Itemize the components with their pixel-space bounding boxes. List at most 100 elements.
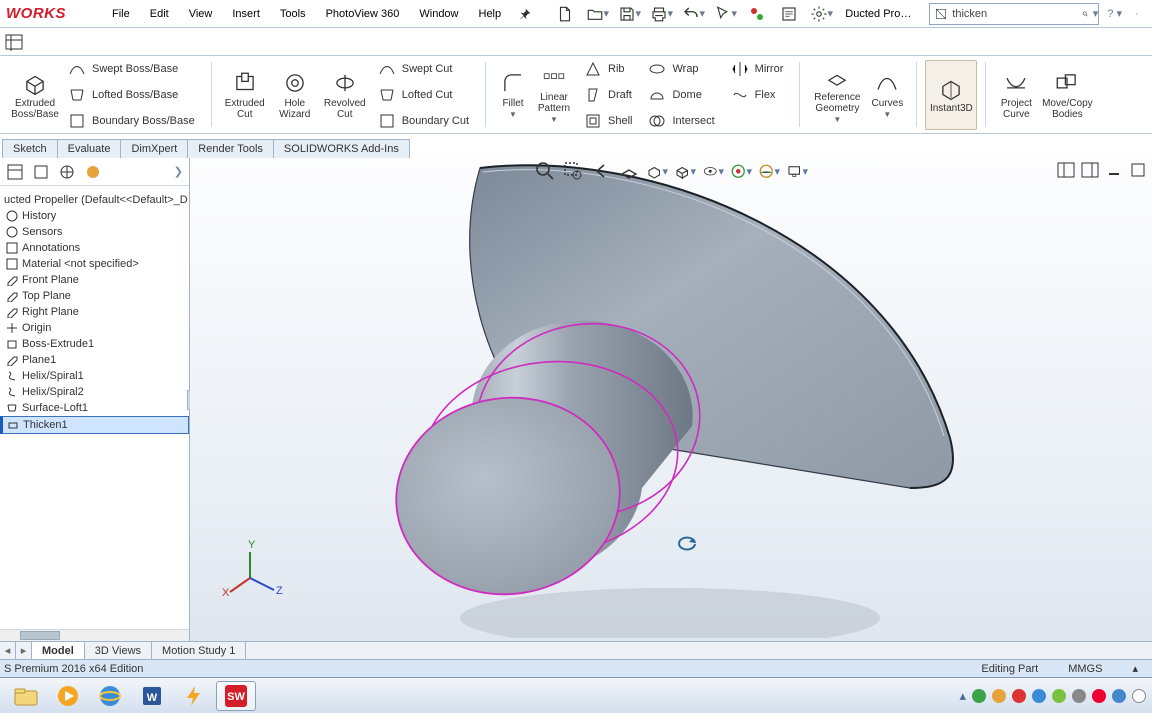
menu-help[interactable]: Help (469, 0, 512, 28)
search-icon[interactable]: ▾ (1078, 7, 1098, 21)
tree-top-plane[interactable]: Top Plane (0, 288, 189, 304)
draft-button[interactable]: Draft (580, 84, 636, 106)
instant3d-button[interactable]: Instant3D (925, 60, 977, 130)
move-copy-bodies-button[interactable]: Move/Copy Bodies (1038, 66, 1096, 124)
print-button[interactable]: ▾ (649, 2, 673, 26)
tree-history[interactable]: History (0, 208, 189, 224)
tree-material[interactable]: Material <not specified> (0, 256, 189, 272)
tab-evaluate[interactable]: Evaluate (57, 139, 122, 158)
menu-insert[interactable]: Insert (222, 0, 270, 28)
property-manager-tab-icon[interactable] (32, 163, 50, 181)
tree-right-plane[interactable]: Right Plane (0, 304, 189, 320)
project-curve-button[interactable]: Project Curve (994, 66, 1038, 124)
previous-view-icon[interactable] (590, 160, 612, 182)
menu-tools[interactable]: Tools (270, 0, 316, 28)
new-document-button[interactable] (553, 2, 577, 26)
boundary-cut-button[interactable]: Boundary Cut (374, 110, 473, 132)
menu-window[interactable]: Window (409, 0, 468, 28)
bottom-tab-3d-views[interactable]: 3D Views (85, 642, 152, 659)
tray-status4-icon[interactable] (1032, 689, 1046, 703)
tray-status7-icon[interactable] (1092, 689, 1106, 703)
document-name[interactable]: Ducted Propell... (841, 8, 921, 20)
dome-button[interactable]: Dome (644, 84, 718, 106)
intersect-button[interactable]: Intersect (644, 110, 718, 132)
dimxpert-manager-tab-icon[interactable] (84, 163, 102, 181)
tree-annotations[interactable]: Annotations (0, 240, 189, 256)
tab-dimxpert[interactable]: DimXpert (120, 139, 188, 158)
flex-button[interactable]: Flex (727, 84, 788, 106)
tray-chevron-icon[interactable]: ▴ (959, 688, 966, 704)
tab-sketch[interactable]: Sketch (2, 139, 58, 158)
rebuild-button[interactable] (745, 2, 769, 26)
drag-handle-icon[interactable] (4, 33, 24, 51)
section-view-icon[interactable] (618, 160, 640, 182)
tray-status8-icon[interactable] (1112, 689, 1126, 703)
configuration-manager-tab-icon[interactable] (58, 163, 76, 181)
tree-plane1[interactable]: Plane1 (0, 352, 189, 368)
file-properties-button[interactable] (777, 2, 801, 26)
display-style-icon[interactable]: ▾ (674, 160, 696, 182)
curves-button[interactable]: Curves▼ (866, 66, 908, 124)
bottom-tab-motion-study[interactable]: Motion Study 1 (152, 642, 246, 659)
options-button[interactable]: ▾ (809, 2, 833, 26)
extruded-cut-button[interactable]: Extruded Cut (220, 66, 270, 124)
view-orientation-icon[interactable]: ▾ (646, 160, 668, 182)
menu-view[interactable]: View (179, 0, 223, 28)
taskbar-explorer-icon[interactable] (6, 681, 46, 711)
taskbar-flash-icon[interactable] (174, 681, 214, 711)
tray-volume-icon[interactable] (1132, 689, 1146, 703)
tab-render-tools[interactable]: Render Tools (187, 139, 274, 158)
rib-button[interactable]: Rib (580, 58, 636, 80)
boundary-boss-button[interactable]: Boundary Boss/Base (64, 110, 199, 132)
expand-tabs-icon[interactable]: ❯ (174, 165, 183, 178)
lofted-cut-button[interactable]: Lofted Cut (374, 84, 473, 106)
tab-solidworks-addins[interactable]: SOLIDWORKS Add-Ins (273, 139, 410, 158)
taskbar-ie-icon[interactable] (90, 681, 130, 711)
lofted-boss-button[interactable]: Lofted Boss/Base (64, 84, 199, 106)
reference-geometry-button[interactable]: Reference Geometry▼ (808, 60, 866, 129)
apply-scene-icon[interactable]: ▾ (758, 160, 780, 182)
wrap-button[interactable]: Wrap (644, 58, 718, 80)
zoom-to-area-icon[interactable] (562, 160, 584, 182)
tab-scroll-right-icon[interactable]: ▸ (16, 642, 32, 659)
graphics-viewport[interactable]: ▾ ▾ ▾ ▾ ▾ ▾ (190, 158, 1152, 641)
status-units[interactable]: MMGS (1068, 663, 1112, 675)
tree-thicken1[interactable]: Thicken1 (0, 416, 189, 434)
tray-status3-icon[interactable] (1012, 689, 1026, 703)
bottom-tab-model[interactable]: Model (32, 642, 85, 659)
tray-status6-icon[interactable] (1072, 689, 1086, 703)
pin-icon[interactable] (519, 8, 531, 20)
menu-photoview360[interactable]: PhotoView 360 (316, 0, 410, 28)
taskbar-media-player-icon[interactable] (48, 681, 88, 711)
more-icon[interactable]: · (1130, 2, 1144, 26)
tree-origin[interactable]: Origin (0, 320, 189, 336)
edit-appearance-icon[interactable]: ▾ (730, 160, 752, 182)
status-arrow-icon[interactable]: ▴ (1132, 662, 1148, 675)
fillet-button[interactable]: Fillet▼ (494, 66, 532, 124)
linear-pattern-button[interactable]: Linear Pattern▼ (532, 60, 576, 129)
swept-boss-button[interactable]: Swept Boss/Base (64, 58, 199, 80)
swept-cut-button[interactable]: Swept Cut (374, 58, 473, 80)
hole-wizard-button[interactable]: Hole Wizard (270, 66, 320, 124)
menu-edit[interactable]: Edit (140, 0, 179, 28)
tray-status1-icon[interactable] (972, 689, 986, 703)
tree-horizontal-scrollbar[interactable] (0, 629, 189, 641)
tree-helix1[interactable]: Helix/Spiral1 (0, 368, 189, 384)
mirror-button[interactable]: Mirror (727, 58, 788, 80)
revolved-cut-button[interactable]: Revolved Cut (320, 66, 370, 124)
search-box[interactable]: thicken ▾ (929, 3, 1099, 25)
tree-boss-extrude1[interactable]: Boss-Extrude1 (0, 336, 189, 352)
tab-scroll-left-icon[interactable]: ◂ (0, 642, 16, 659)
tray-status2-icon[interactable] (992, 689, 1006, 703)
feature-manager-tab-icon[interactable] (6, 163, 24, 181)
view-settings-icon[interactable]: ▾ (786, 160, 808, 182)
save-button[interactable]: ▾ (617, 2, 641, 26)
tree-root[interactable]: ucted Propeller (Default<<Default>_D (0, 192, 189, 208)
menu-file[interactable]: File (102, 0, 140, 28)
tree-helix2[interactable]: Helix/Spiral2 (0, 384, 189, 400)
tree-front-plane[interactable]: Front Plane (0, 272, 189, 288)
undo-button[interactable]: ▾ (681, 2, 705, 26)
tray-status5-icon[interactable] (1052, 689, 1066, 703)
tree-sensors[interactable]: Sensors (0, 224, 189, 240)
help-button[interactable]: ? ▾ (1107, 7, 1122, 20)
